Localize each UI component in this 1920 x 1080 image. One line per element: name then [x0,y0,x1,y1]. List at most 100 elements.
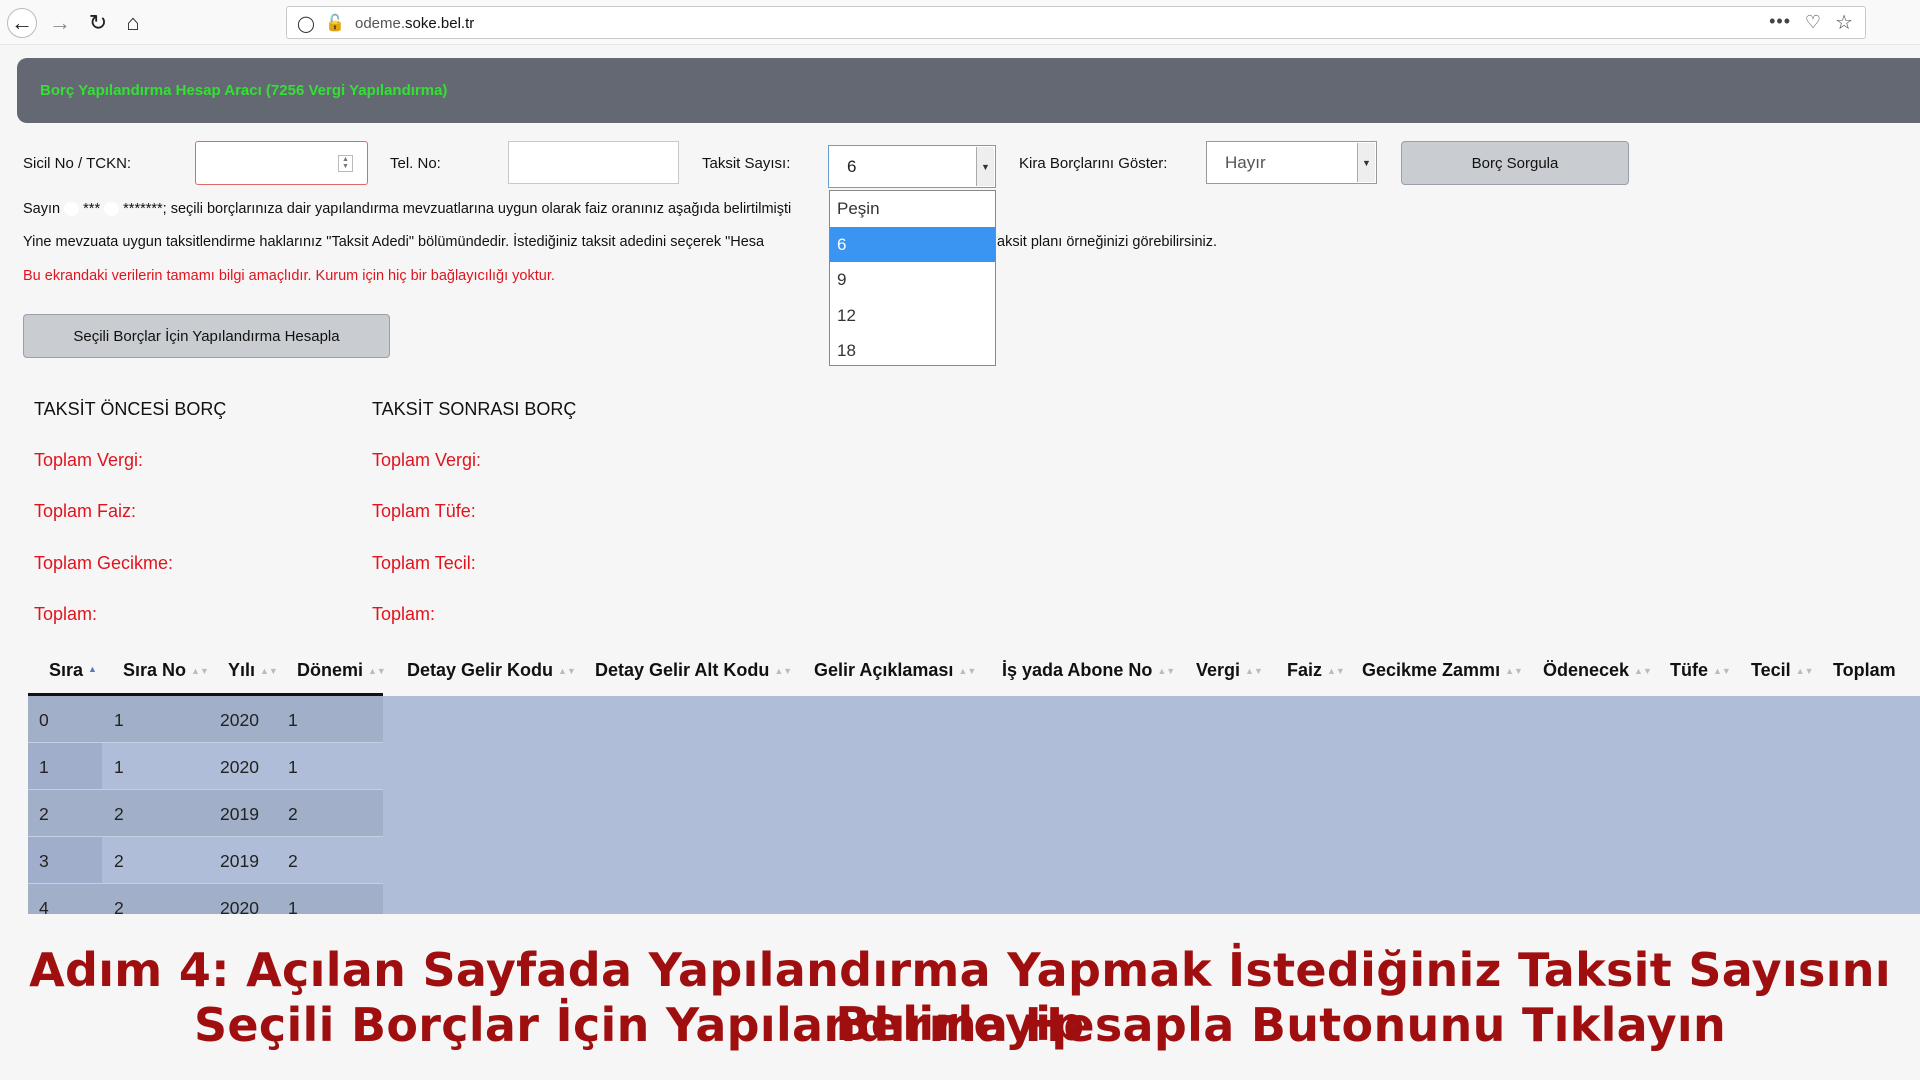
back-icon[interactable]: ← [7,8,37,38]
column-header-sira[interactable]: Sıra ▲ [49,660,97,681]
sort-icon[interactable]: ▲▼ [1157,666,1175,676]
sort-icon[interactable]: ▲▼ [260,666,278,676]
column-header-detay-gelir-kodu[interactable]: Detay Gelir Kodu ▲▼ [407,660,576,681]
column-header-gelir-aciklamasi[interactable]: Gelir Açıklaması ▲▼ [814,660,976,681]
more-icon[interactable]: ••• [1769,11,1791,32]
cell-yili: 2020 [220,757,259,777]
kira-selected-value: Hayır [1225,153,1266,172]
column-header-label: Vergi [1196,660,1241,680]
column-header-yili[interactable]: Yılı ▲▼ [228,660,278,681]
sort-icon[interactable]: ▲▼ [558,666,576,676]
sicil-input[interactable]: ▲ ▼ [195,141,368,185]
table-row[interactable]: 3 2 2019 2 [28,837,383,884]
tel-input[interactable] [508,141,679,184]
yapilandirma-hesapla-button[interactable]: Seçili Borçlar İçin Yapılandırma Hesapla [23,314,390,358]
sort-icon[interactable]: ▲▼ [774,666,792,676]
forward-icon[interactable]: → [45,8,75,38]
cell-sira-no: 2 [114,804,124,824]
kira-label: Kira Borçlarını Göster: [1019,155,1168,172]
bookmark-star-icon[interactable]: ☆ [1835,10,1853,35]
taksit-selected-value: 6 [847,157,857,176]
column-header-sira-no[interactable]: Sıra No ▲▼ [123,660,209,681]
pocket-icon[interactable]: ♡ [1805,12,1821,33]
table-row[interactable]: 0 1 2020 1 [28,696,383,743]
shield-icon[interactable]: ◯ [297,14,315,34]
column-header-is-abone-no[interactable]: İş yada Abone No ▲▼ [1002,660,1175,681]
insecure-lock-icon[interactable]: 🔓 [325,13,345,33]
column-header-tecil[interactable]: Tecil ▲▼ [1751,660,1814,681]
taksit-dropdown-list[interactable]: Peşin 6 9 12 18 [829,190,996,366]
cell-yili: 2020 [220,898,259,914]
cell-donemi: 1 [288,757,298,777]
info-line-2-tail: aksit planı örneğinizi görebilirsiniz. [997,234,1217,250]
step-caption-line-2: Seçili Borçlar İçin Yapılandırma Hesapla… [193,998,1726,1052]
page-title: Borç Yapılandırma Hesap Aracı (7256 Verg… [40,82,448,99]
chevron-down-icon[interactable]: ▼ [976,147,994,186]
column-header-vergi[interactable]: Vergi ▲▼ [1196,660,1263,681]
sort-icon[interactable]: ▲▼ [368,666,386,676]
sort-icon[interactable]: ▲▼ [1796,666,1814,676]
masked-name-stars: *** [83,201,101,217]
table-row[interactable]: 1 1 2020 1 [28,743,383,790]
cell-sira-no: 2 [114,898,124,914]
column-header-toplam[interactable]: Toplam [1833,660,1896,681]
number-spinner-icon[interactable]: ▲ ▼ [338,155,353,172]
sort-asc-icon[interactable]: ▲ [88,664,97,674]
app-header: Borç Yapılandırma Hesap Aracı (7256 Verg… [17,58,1920,123]
sort-icon[interactable]: ▲▼ [191,666,209,676]
sort-icon[interactable]: ▲▼ [1327,666,1345,676]
cell-sira: 1 [39,757,49,777]
info-text-1: *******; seçili borçlarınıza dair yapıla… [123,201,792,217]
before-total-gecikme: Toplam Gecikme: [34,553,174,573]
cell-donemi: 1 [288,898,298,914]
info-line-2: Yine mevzuata uygun taksitlendirme hakla… [23,234,764,250]
home-icon[interactable]: ⌂ [118,8,148,38]
cell-yili: 2020 [220,710,259,730]
address-bar[interactable]: ◯ 🔓 odeme.soke.bel.tr ••• ♡ ☆ [286,6,1866,39]
column-header-label: Ödenecek [1543,660,1630,680]
cell-yili: 2019 [220,851,259,871]
cell-sira: 3 [39,851,49,871]
masked-surname [104,202,120,217]
after-title: TAKSİT SONRASI BORÇ [372,399,577,419]
sort-icon[interactable]: ▲▼ [1713,666,1731,676]
before-title: TAKSİT ÖNCESİ BORÇ [34,399,227,419]
url-text[interactable]: odeme.soke.bel.tr [355,15,474,32]
after-total-tufe: Toplam Tüfe: [372,501,476,521]
taksit-select[interactable]: 6 ▼ [828,145,996,188]
taksit-option[interactable]: Peşin [830,191,995,227]
chevron-down-icon[interactable]: ▼ [1357,143,1375,182]
before-total: Toplam: [34,604,98,624]
taksit-option[interactable]: 9 [830,262,995,298]
sort-icon[interactable]: ▲▼ [1505,666,1523,676]
column-header-odenecek[interactable]: Ödenecek ▲▼ [1543,660,1652,681]
info-salutation: Sayın [23,201,61,217]
cell-donemi: 2 [288,804,298,824]
column-header-label: Detay Gelir Kodu [407,660,554,680]
taksit-option[interactable]: 18 [830,333,995,369]
kira-select[interactable]: Hayır ▼ [1206,141,1377,184]
column-header-detay-gelir-alt-kodu[interactable]: Detay Gelir Alt Kodu ▲▼ [595,660,792,681]
column-header-gecikme-zammi[interactable]: Gecikme Zammı ▲▼ [1362,660,1523,681]
before-total-faiz: Toplam Faiz: [34,501,137,521]
column-header-tufe[interactable]: Tüfe ▲▼ [1670,660,1731,681]
borc-sorgula-button[interactable]: Borç Sorgula [1401,141,1629,185]
sort-icon[interactable]: ▲▼ [1245,666,1263,676]
sort-icon[interactable]: ▲▼ [1634,666,1652,676]
taksit-option-selected[interactable]: 6 [830,226,995,262]
table-row[interactable]: 4 2 2020 1 [28,884,383,914]
column-header-label: Gelir Açıklaması [814,660,954,680]
sicil-label: Sicil No / TCKN: [23,155,132,172]
after-total-tecil: Toplam Tecil: [372,553,476,573]
sort-icon[interactable]: ▲▼ [958,666,976,676]
column-header-donemi[interactable]: Dönemi ▲▼ [297,660,386,681]
cell-sira-no: 1 [114,757,124,777]
column-header-label: Yılı [228,660,256,680]
column-header-label: Sıra No [123,660,187,680]
column-header-faiz[interactable]: Faiz ▲▼ [1287,660,1345,681]
table-row[interactable]: 2 2 2019 2 [28,790,383,837]
reload-icon[interactable]: ↻ [83,8,113,38]
taksit-option[interactable]: 12 [830,298,995,334]
cell-sira: 0 [39,710,49,730]
column-header-label: Gecikme Zammı [1362,660,1501,680]
